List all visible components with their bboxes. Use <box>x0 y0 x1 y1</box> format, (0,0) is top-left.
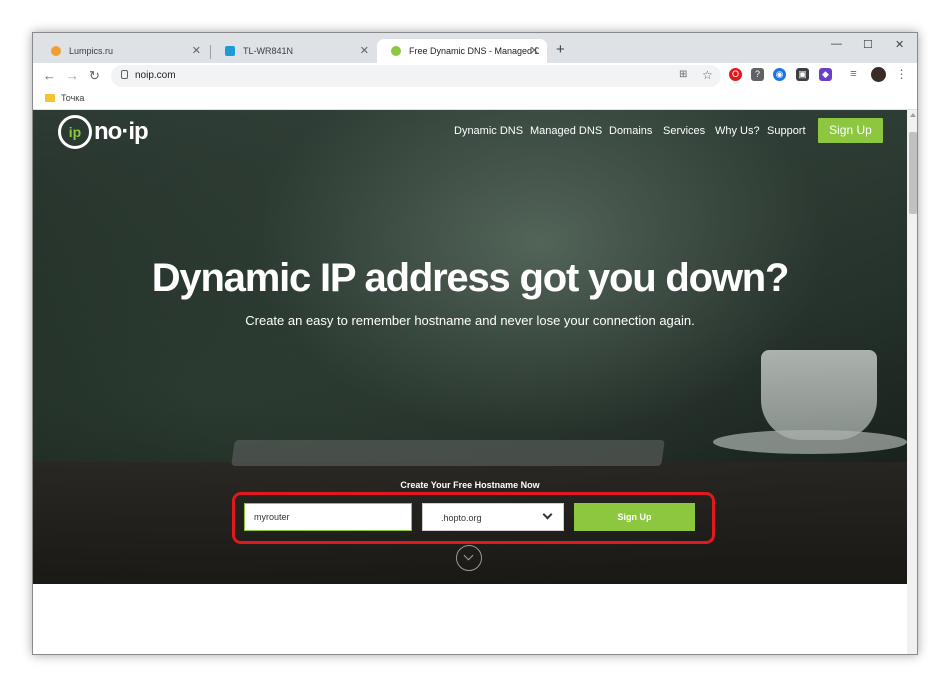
lock-icon <box>121 70 128 79</box>
forward-button[interactable]: → <box>66 68 79 84</box>
hero-section: ip no·ip Dynamic DNS Managed DNS Domains… <box>33 110 907 584</box>
scroll-down-button[interactable] <box>456 545 482 571</box>
cup-background <box>761 350 877 440</box>
question-icon[interactable]: ? <box>751 68 764 81</box>
bookmarks-bar: Точка <box>33 89 917 110</box>
media-queue-icon[interactable]: ≡ <box>847 68 860 81</box>
page-subtitle: Create an easy to remember hostname and … <box>245 313 695 328</box>
nav-why-us[interactable]: Why Us? <box>715 125 760 137</box>
domain-select[interactable]: .hopto.org <box>422 503 564 531</box>
box-icon[interactable]: ▣ <box>796 68 809 81</box>
close-icon[interactable]: ✕ <box>192 45 201 57</box>
noip-favicon-icon <box>391 46 401 56</box>
domain-select-value: .hopto.org <box>441 513 482 523</box>
tab-tplink[interactable]: TL-WR841N ✕ <box>211 39 377 63</box>
tab-lumpics[interactable]: Lumpics.ru ✕ <box>37 39 209 63</box>
maximize-button[interactable]: ☐ <box>863 38 873 51</box>
tplink-favicon-icon <box>225 46 235 56</box>
nav-domains[interactable]: Domains <box>609 125 652 137</box>
close-icon[interactable]: ✕ <box>530 45 539 57</box>
noip-logo[interactable]: ip no·ip <box>58 115 149 149</box>
nav-dynamic-dns[interactable]: Dynamic DNS <box>454 125 523 137</box>
close-icon[interactable]: ✕ <box>360 45 369 57</box>
create-hostname-label: Create Your Free Hostname Now <box>400 480 540 490</box>
page-title: Dynamic IP address got you down? <box>151 256 790 300</box>
menu-dots-icon[interactable]: ⋮ <box>895 68 908 81</box>
page-content: ip no·ip Dynamic DNS Managed DNS Domains… <box>33 110 907 654</box>
browser-toolbar: ← → ↻ noip.com ⊞ ☆ O ? ◉ ▣ ◆ ≡ ⋮ <box>33 63 917 89</box>
address-bar[interactable]: noip.com ⊞ ☆ <box>111 65 721 87</box>
back-button[interactable]: ← <box>43 68 56 84</box>
nav-signup-button[interactable]: Sign Up <box>818 118 883 143</box>
logo-mark: ip <box>58 115 92 149</box>
url-text[interactable]: noip.com <box>135 70 176 81</box>
tab-noip[interactable]: Free Dynamic DNS - Managed D ✕ <box>377 39 547 63</box>
folder-icon <box>45 94 55 102</box>
tab-title: Free Dynamic DNS - Managed D <box>409 46 539 56</box>
scroll-up-arrow-icon[interactable] <box>910 113 916 117</box>
chevron-down-icon <box>542 509 553 520</box>
scroll-thumb[interactable] <box>909 132 917 214</box>
browser-window: Lumpics.ru ✕ TL-WR841N ✕ Free Dynamic DN… <box>32 32 918 655</box>
tab-title: TL-WR841N <box>243 46 294 56</box>
tab-strip: Lumpics.ru ✕ TL-WR841N ✕ Free Dynamic DN… <box>33 33 917 63</box>
opera-icon[interactable]: O <box>729 68 742 81</box>
nav-managed-dns[interactable]: Managed DNS <box>530 125 602 137</box>
nav-services[interactable]: Services <box>663 125 705 137</box>
new-tab-button[interactable]: + <box>556 41 565 58</box>
page-scrollbar[interactable] <box>907 110 917 654</box>
chevron-down-icon <box>463 550 474 561</box>
lumpics-favicon-icon <box>51 46 61 56</box>
bookmark-tochka[interactable]: Точка <box>61 93 84 103</box>
hostname-input[interactable] <box>244 503 412 531</box>
minimize-button[interactable]: — <box>831 38 842 50</box>
globe-icon[interactable]: ◉ <box>773 68 786 81</box>
logo-text: no·ip <box>94 118 149 145</box>
close-window-button[interactable]: ✕ <box>895 38 904 51</box>
avatar[interactable] <box>871 67 886 82</box>
tablet-background <box>231 440 665 466</box>
reload-button[interactable]: ↻ <box>89 68 100 84</box>
hostname-signup-button[interactable]: Sign Up <box>574 503 695 531</box>
tab-title: Lumpics.ru <box>69 46 114 56</box>
bookmark-star-icon[interactable]: ☆ <box>702 68 713 82</box>
vpn-icon[interactable]: ◆ <box>819 68 832 81</box>
translate-icon[interactable]: ⊞ <box>679 69 687 80</box>
nav-support[interactable]: Support <box>767 125 806 137</box>
